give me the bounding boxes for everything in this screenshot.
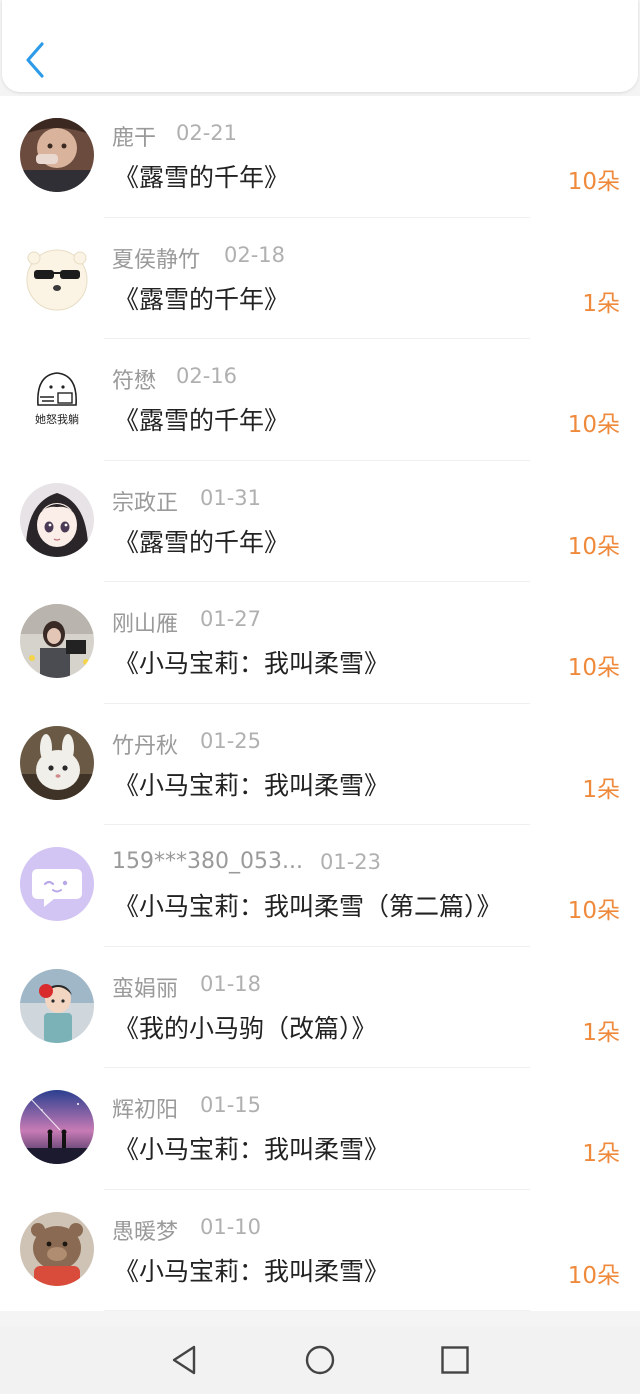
donation-date: 01-23 <box>320 850 382 874</box>
donor-name: 竹丹秋 <box>112 733 179 759</box>
book-title[interactable]: 《露雪的千年》 <box>114 523 289 559</box>
flower-amount: 1朵 <box>582 1019 620 1046</box>
divider <box>104 1310 530 1311</box>
flower-amount: 10朵 <box>567 1262 620 1289</box>
book-title[interactable]: 《露雪的千年》 <box>114 280 289 316</box>
avatar[interactable] <box>20 1211 94 1286</box>
book-title[interactable]: 《小马宝莉：我叫柔雪》 <box>114 1130 389 1166</box>
book-title[interactable]: 《我的小马驹（改篇）》 <box>114 1009 377 1045</box>
book-title[interactable]: 《小马宝莉：我叫柔雪》 <box>114 644 389 680</box>
donor-name: 辉初阳 <box>112 1098 179 1123</box>
book-title[interactable]: 《露雪的千年》 <box>114 401 289 437</box>
donation-date: 02-16 <box>176 364 238 388</box>
avatar[interactable] <box>20 1090 94 1164</box>
flower-amount: 1朵 <box>582 1141 620 1167</box>
avatar[interactable] <box>20 239 94 314</box>
circle-home-icon[interactable] <box>302 1342 338 1378</box>
list-item[interactable]: 159***380_053... 01-23 《小马宝莉：我叫柔雪（第二篇）》 … <box>0 825 640 947</box>
flower-amount: 10朵 <box>567 412 620 438</box>
page: 鹿干 02-21 《露雪的千年》 10朵 夏侯静竹 02-18 《露雪的千年》 … <box>0 0 640 1394</box>
triangle-back-icon[interactable] <box>166 1342 202 1378</box>
list-item[interactable]: 宗政正 01-31 《露雪的千年》 10朵 <box>0 460 640 582</box>
donation-date: 01-27 <box>200 607 262 631</box>
donor-name: 蛮娟丽 <box>112 976 179 1002</box>
chevron-left-icon[interactable] <box>24 40 48 80</box>
donor-name: 刚山雁 <box>112 612 179 637</box>
list-item[interactable]: 辉初阳 01-15 《小马宝莉：我叫柔雪》 1朵 <box>0 1068 640 1190</box>
flower-amount: 10朵 <box>567 533 620 560</box>
avatar[interactable] <box>20 968 94 1043</box>
flower-amount: 10朵 <box>567 169 620 195</box>
donation-date: 01-18 <box>200 971 262 996</box>
donation-date: 01-15 <box>200 1093 262 1117</box>
donation-date: 02-21 <box>176 121 238 145</box>
book-title[interactable]: 《小马宝莉：我叫柔雪（第二篇）》 <box>114 887 502 923</box>
donation-date: 02-18 <box>224 242 286 267</box>
system-navigation-bar <box>0 1326 640 1394</box>
gift-list: 鹿干 02-21 《露雪的千年》 10朵 夏侯静竹 02-18 《露雪的千年》 … <box>0 96 640 1311</box>
donor-name: 夏侯静竹 <box>112 247 201 273</box>
list-item[interactable]: 刚山雁 01-27 《小马宝莉：我叫柔雪》 10朵 <box>0 582 640 704</box>
avatar-caption: 她怒我躺 <box>35 412 79 426</box>
donor-name: 符懋 <box>112 369 157 394</box>
header-bar <box>2 0 638 92</box>
avatar[interactable] <box>20 118 94 192</box>
flower-amount: 10朵 <box>567 655 620 681</box>
avatar[interactable]: 她怒我躺 <box>20 361 94 435</box>
donor-name: 宗政正 <box>112 490 179 516</box>
donation-date: 01-10 <box>200 1214 262 1239</box>
avatar[interactable] <box>20 725 94 800</box>
flower-amount: 1朵 <box>582 776 620 803</box>
avatar[interactable] <box>20 847 94 921</box>
book-title[interactable]: 《小马宝莉：我叫柔雪》 <box>114 766 389 802</box>
book-title[interactable]: 《小马宝莉：我叫柔雪》 <box>114 1252 389 1288</box>
list-item[interactable]: 夏侯静竹 02-18 《露雪的千年》 1朵 <box>0 217 640 339</box>
list-item[interactable]: 愚暖梦 01-10 《小马宝莉：我叫柔雪》 10朵 <box>0 1189 640 1311</box>
book-title[interactable]: 《露雪的千年》 <box>114 158 289 194</box>
avatar[interactable] <box>20 482 94 557</box>
donor-name: 愚暖梦 <box>112 1219 179 1245</box>
list-item[interactable]: 她怒我躺 符懋 02-16 《露雪的千年》 10朵 <box>0 339 640 461</box>
donor-name: 159***380_053... <box>112 849 303 874</box>
square-recents-icon[interactable] <box>437 1342 473 1378</box>
flower-amount: 10朵 <box>567 898 620 924</box>
avatar[interactable] <box>20 604 94 678</box>
flower-amount: 1朵 <box>582 290 620 317</box>
donation-date: 01-25 <box>200 728 262 753</box>
donation-date: 01-31 <box>200 485 262 510</box>
list-item[interactable]: 蛮娟丽 01-18 《我的小马驹（改篇）》 1朵 <box>0 946 640 1068</box>
list-item[interactable]: 竹丹秋 01-25 《小马宝莉：我叫柔雪》 1朵 <box>0 703 640 825</box>
list-item[interactable]: 鹿干 02-21 《露雪的千年》 10朵 <box>0 96 640 218</box>
donor-name: 鹿干 <box>112 126 157 151</box>
